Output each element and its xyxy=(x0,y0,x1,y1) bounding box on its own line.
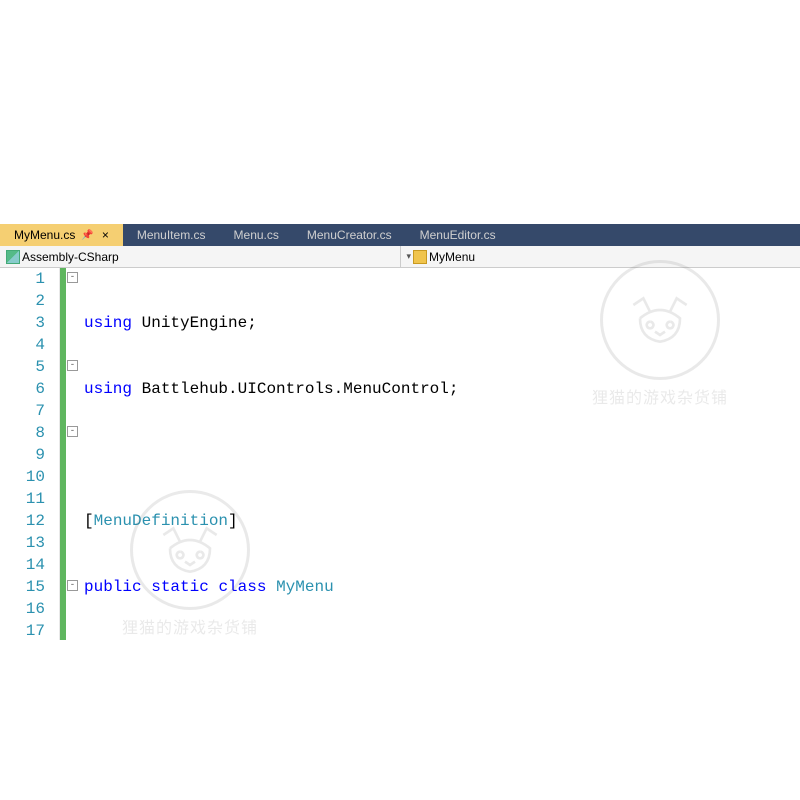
line-number: 9 xyxy=(0,444,45,466)
navigation-bar: Assembly-CSharp ▾ MyMenu xyxy=(0,246,800,268)
line-number: 11 xyxy=(0,488,45,510)
chevron-down-icon: ▾ xyxy=(407,251,412,262)
assembly-icon xyxy=(6,250,20,264)
scope-dropdown[interactable]: Assembly-CSharp xyxy=(0,246,401,267)
tab-menu[interactable]: Menu.cs xyxy=(220,224,293,246)
line-number: 10 xyxy=(0,466,45,488)
fold-toggle[interactable]: - xyxy=(67,426,78,437)
line-number: 17 xyxy=(0,620,45,640)
line-number: 7 xyxy=(0,400,45,422)
fold-toggle[interactable]: - xyxy=(67,360,78,371)
tab-menucreator[interactable]: MenuCreator.cs xyxy=(293,224,406,246)
member-dropdown[interactable]: ▾ MyMenu xyxy=(401,246,800,267)
pin-icon[interactable]: 📌 xyxy=(81,230,93,241)
line-number-gutter: 12345678910111213141516171819 xyxy=(0,268,60,640)
code-editor: MyMenu.cs 📌 × MenuItem.cs Menu.cs MenuCr… xyxy=(0,224,800,640)
code-area[interactable]: 12345678910111213141516171819 - - - - us… xyxy=(0,268,800,640)
tab-bar: MyMenu.cs 📌 × MenuItem.cs Menu.cs MenuCr… xyxy=(0,224,800,246)
fold-gutter: - - - - xyxy=(66,268,80,640)
code-content[interactable]: using UnityEngine; using Battlehub.UICon… xyxy=(80,268,800,640)
line-number: 4 xyxy=(0,334,45,356)
tab-label: MenuCreator.cs xyxy=(307,228,392,242)
tab-label: MenuItem.cs xyxy=(137,228,206,242)
line-number: 1 xyxy=(0,268,45,290)
line-number: 12 xyxy=(0,510,45,532)
line-number: 2 xyxy=(0,290,45,312)
tab-label: Menu.cs xyxy=(234,228,279,242)
line-number: 15 xyxy=(0,576,45,598)
tab-label: MenuEditor.cs xyxy=(420,228,496,242)
member-label: MyMenu xyxy=(429,250,475,264)
fold-toggle[interactable]: - xyxy=(67,580,78,591)
line-number: 14 xyxy=(0,554,45,576)
scope-label: Assembly-CSharp xyxy=(22,250,119,264)
tab-mymenu[interactable]: MyMenu.cs 📌 × xyxy=(0,224,123,246)
line-number: 3 xyxy=(0,312,45,334)
line-number: 5 xyxy=(0,356,45,378)
line-number: 16 xyxy=(0,598,45,620)
class-icon xyxy=(413,250,427,264)
close-icon[interactable]: × xyxy=(102,228,109,242)
tab-menuitem[interactable]: MenuItem.cs xyxy=(123,224,220,246)
line-number: 8 xyxy=(0,422,45,444)
tab-menueditor[interactable]: MenuEditor.cs xyxy=(406,224,510,246)
line-number: 13 xyxy=(0,532,45,554)
fold-toggle[interactable]: - xyxy=(67,272,78,283)
line-number: 6 xyxy=(0,378,45,400)
tab-label: MyMenu.cs xyxy=(14,228,75,242)
